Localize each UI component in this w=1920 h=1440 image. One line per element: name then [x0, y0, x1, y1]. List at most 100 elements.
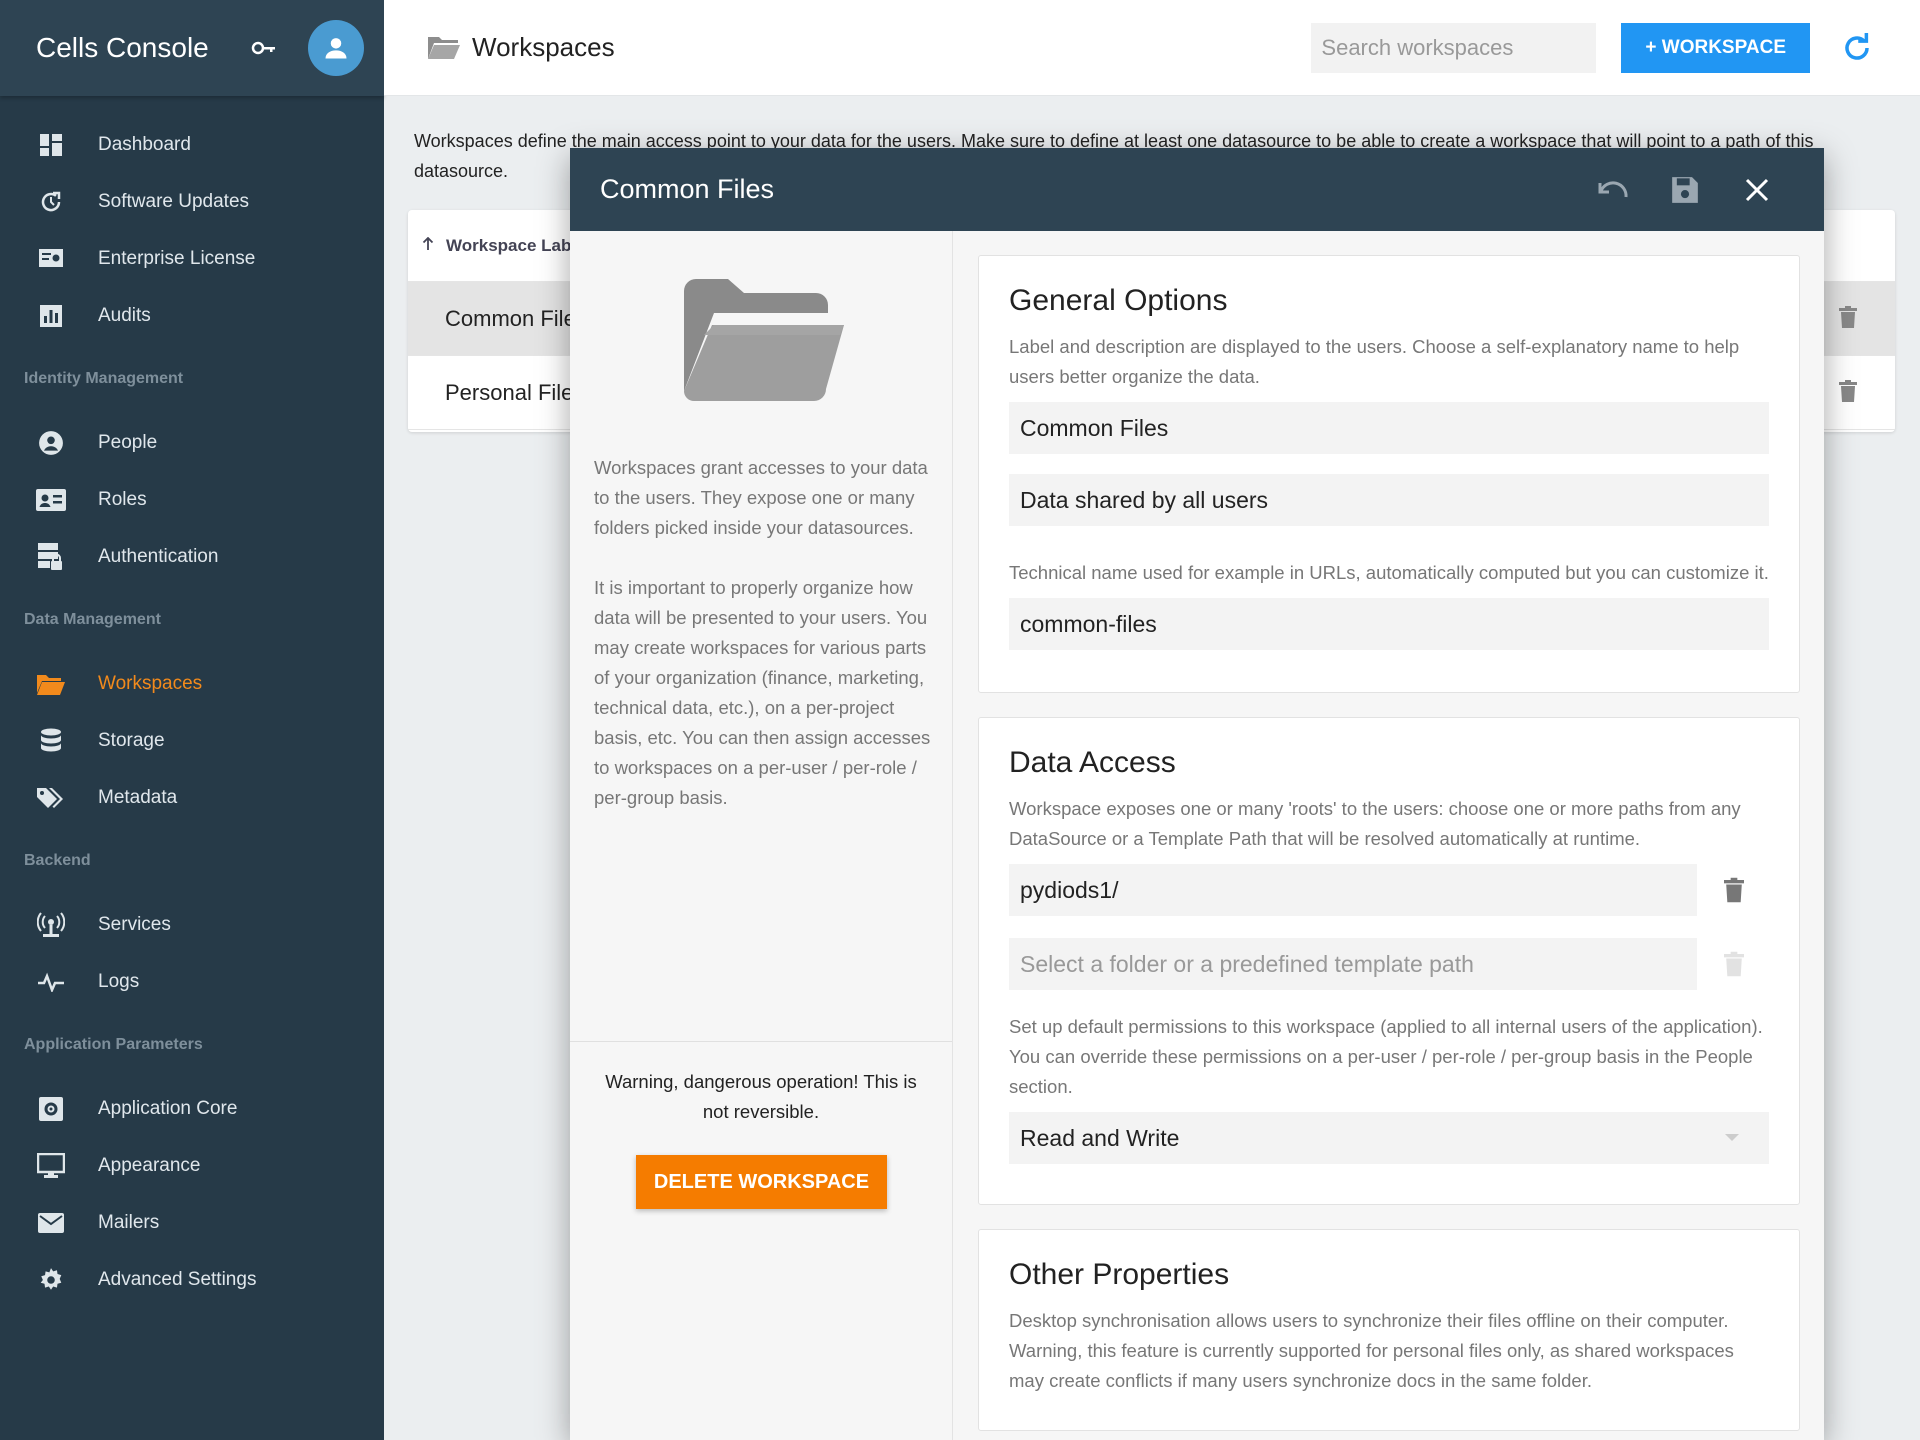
trash-icon[interactable] [1839, 306, 1857, 334]
general-options-card: General Options Label and description ar… [978, 255, 1800, 693]
slug-legend: Technical name used for example in URLs,… [1009, 562, 1769, 583]
sidebar-item-label: Storage [98, 729, 165, 751]
sidebar-item-label: Roles [98, 488, 147, 510]
search-input[interactable] [1311, 22, 1597, 73]
sidebar-item-label: Audits [98, 304, 151, 326]
sidebar-item-label: Application Core [98, 1097, 238, 1119]
card-title: Other Properties [1009, 1258, 1230, 1291]
sidebar-item-label: Workspaces [98, 672, 203, 694]
sidebar-item-label: Services [98, 913, 171, 935]
sidebar-item-services[interactable]: Services [0, 896, 384, 953]
workspace-editor-dialog: Common Files Workspaces grant accesses t… [570, 148, 1824, 1440]
sidebar-header: Cells Console [0, 0, 384, 96]
sidebar-item-label: Authentication [98, 545, 219, 567]
dialog-title: Common Files [600, 174, 775, 204]
sidebar-item-enterprise-license[interactable]: Enterprise License [0, 230, 384, 287]
sidebar-item-label: Dashboard [98, 133, 191, 155]
app-title: Cells Console [36, 32, 209, 63]
permissions-value: Read and Write [1009, 1112, 1769, 1164]
sidebar-item-label: Logs [98, 970, 140, 992]
sidebar-item-dashboard[interactable]: Dashboard [0, 116, 384, 173]
key-icon[interactable] [246, 28, 286, 68]
root-row: Select a folder or a predefined template… [1009, 938, 1769, 990]
section-data-management: Data Management [24, 611, 161, 628]
card-legend: Desktop synchronisation allows users to … [1009, 1310, 1734, 1391]
card-title: Data Access [1009, 746, 1176, 779]
root-row: pydiods1/ [1009, 864, 1769, 916]
page-title: Workspaces [472, 32, 615, 62]
sidebar-item-label: Metadata [98, 786, 178, 808]
tags-icon [36, 783, 66, 813]
section-backend: Backend [24, 852, 91, 869]
sidebar-item-label: Advanced Settings [98, 1268, 257, 1290]
root-path-select[interactable]: Select a folder or a predefined template… [1009, 938, 1697, 990]
sidebar-item-authentication[interactable]: Authentication [0, 528, 384, 585]
top-bar: Workspaces + WORKSPACE [384, 0, 1920, 96]
root-path-field[interactable]: pydiods1/ [1009, 864, 1697, 916]
delete-workspace-button[interactable]: DELETE WORKSPACE [636, 1155, 887, 1209]
gear-icon [36, 1265, 66, 1295]
sidebar-item-software-updates[interactable]: Software Updates [0, 173, 384, 230]
sidebar-item-audits[interactable]: Audits [0, 287, 384, 344]
sidebar-item-people[interactable]: People [0, 414, 384, 471]
mail-icon [36, 1208, 66, 1238]
card-title: General Options [1009, 284, 1228, 317]
permissions-select[interactable]: Read and Write [1009, 1112, 1769, 1164]
sidebar-item-metadata[interactable]: Metadata [0, 769, 384, 826]
undo-icon[interactable] [1588, 165, 1638, 215]
section-application-parameters: Application Parameters [24, 1036, 203, 1053]
trash-icon[interactable] [1722, 875, 1746, 905]
sidebar-item-label: People [98, 431, 158, 453]
folder-open-icon [36, 669, 66, 699]
sidebar-item-mailers[interactable]: Mailers [0, 1194, 384, 1251]
dialog-info-panel: Workspaces grant accesses to your data t… [570, 231, 953, 1440]
sidebar-item-logs[interactable]: Logs [0, 953, 384, 1010]
row-label: Personal Files [445, 379, 585, 405]
column-header-label: Workspace Label [446, 235, 586, 255]
sidebar-item-workspaces[interactable]: Workspaces [0, 655, 384, 712]
divider [570, 1041, 952, 1042]
trash-icon [1722, 949, 1746, 979]
sidebar-item-application-core[interactable]: Application Core [0, 1080, 384, 1137]
audits-icon [36, 301, 66, 331]
sidebar-item-label: Appearance [98, 1154, 201, 1176]
avatar[interactable] [308, 20, 364, 76]
sidebar-item-appearance[interactable]: Appearance [0, 1137, 384, 1194]
card-legend: Workspace exposes one or many 'roots' to… [1009, 798, 1741, 849]
update-icon [36, 187, 66, 217]
trash-icon[interactable] [1839, 380, 1857, 408]
card-legend: Label and description are displayed to t… [1009, 336, 1740, 387]
label-field[interactable]: Common Files [1009, 402, 1769, 454]
data-access-card: Data Access Workspace exposes one or man… [978, 717, 1800, 1205]
dashboard-icon [36, 130, 66, 160]
sidebar-item-label: Software Updates [98, 190, 250, 212]
chevron-down-icon [1725, 1134, 1739, 1141]
sidebar-item-storage[interactable]: Storage [0, 712, 384, 769]
help-paragraph: It is important to properly organize how… [594, 577, 931, 808]
sidebar-item-advanced-settings[interactable]: Advanced Settings [0, 1251, 384, 1308]
permissions-legend: Set up default permissions to this works… [1009, 1016, 1763, 1097]
services-icon [36, 910, 66, 940]
slug-field[interactable]: common-files [1009, 598, 1769, 650]
help-paragraph: Workspaces grant accesses to your data t… [594, 457, 928, 538]
other-properties-card: Other Properties Desktop synchronisation… [978, 1229, 1800, 1431]
pulse-icon [36, 967, 66, 997]
people-icon [36, 428, 66, 458]
sidebar-item-roles[interactable]: Roles [0, 471, 384, 528]
close-icon[interactable] [1732, 165, 1782, 215]
refresh-icon[interactable] [1840, 31, 1874, 65]
warning-text: Warning, dangerous operation! This is no… [605, 1071, 917, 1122]
authentication-icon [36, 542, 66, 572]
save-icon[interactable] [1660, 165, 1710, 215]
monitor-icon [36, 1151, 66, 1181]
description-field[interactable]: Data shared by all users [1009, 474, 1769, 526]
sidebar-nav: Dashboard Software Updates Enterprise Li… [0, 96, 384, 1308]
sidebar: Cells Console Dashboard Software Updates… [0, 0, 384, 1440]
dialog-form-panel: General Options Label and description ar… [953, 231, 1824, 1440]
row-label: Common Files [445, 305, 587, 331]
sidebar-item-label: Mailers [98, 1211, 160, 1233]
add-workspace-button[interactable]: + WORKSPACE [1621, 22, 1810, 73]
roles-icon [36, 485, 66, 515]
large-folder-icon [684, 279, 844, 406]
sidebar-item-label: Enterprise License [98, 247, 256, 269]
